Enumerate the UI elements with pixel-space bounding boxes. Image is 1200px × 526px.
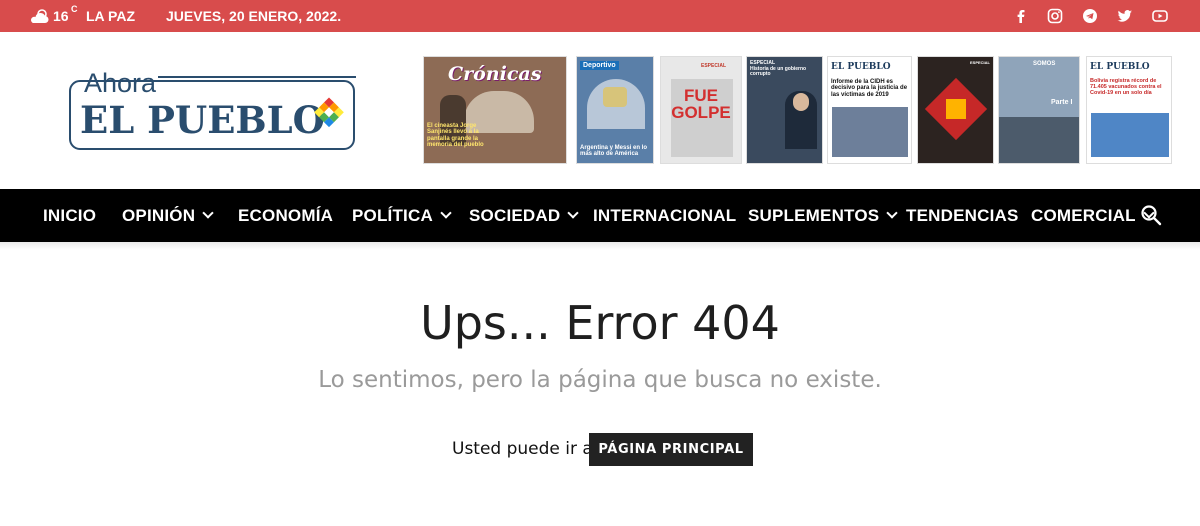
nav-item-inicio[interactable]: INICIO [43,189,96,242]
home-page-button[interactable]: PÁGINA PRINCIPAL [589,433,753,466]
cover-especial[interactable]: ESPECIAL Historia de un gobierno corrupt… [746,56,823,164]
cover-especial-red[interactable]: ESPECIAL [917,56,994,164]
error-subtitle: Lo sentimos, pero la página que busca no… [318,367,882,393]
search-icon[interactable] [1140,204,1162,226]
cover-cronicas[interactable]: Crónicas El cineasta Jorge Sanjinés llev… [423,56,567,164]
nav-shadow [0,242,1200,250]
cloud-sun-icon [31,9,49,23]
cover-deportivo[interactable]: Deportivo Argentina y Messi en lo más al… [576,56,654,164]
temperature: 16 [53,8,69,24]
instagram-icon[interactable] [1046,7,1064,25]
nav-item-internacional[interactable]: INTERNACIONAL [593,189,736,242]
nav-item-economia[interactable]: ECONOMÍA [238,189,333,242]
twitter-icon[interactable] [1116,7,1134,25]
logo-main-text: EL PUEBLO [80,98,325,142]
logo-top-text: Ahora [84,68,157,98]
nav-item-sociedad[interactable]: SOCIEDAD [469,189,580,242]
youtube-icon[interactable] [1151,7,1169,25]
nav-item-tendencias[interactable]: TENDENCIAS [906,189,1019,242]
telegram-icon[interactable] [1081,7,1099,25]
chevron-down-icon [202,207,214,219]
nav-item-suplementos[interactable]: SUPLEMENTOS [748,189,898,242]
temperature-unit: C [71,4,78,14]
nav-item-politica[interactable]: POLÍTICA [352,189,452,242]
site-logo[interactable]: Ahora EL PUEBLO [64,55,360,157]
facebook-icon[interactable] [1012,7,1030,25]
cover-fue-golpe[interactable]: ESPECIAL FUE GOLPE [660,56,742,164]
nav-item-comercial[interactable]: COMERCIAL [1031,189,1155,242]
current-date: JUEVES, 20 ENERO, 2022. [166,8,342,24]
error-title: Ups... Error 404 [420,296,780,350]
chevron-down-icon [440,207,452,219]
top-bar: 16 C LA PAZ JUEVES, 20 ENERO, 2022. [0,0,1200,32]
city-name: LA PAZ [86,8,135,24]
chevron-down-icon [567,207,580,219]
cover-somos[interactable]: SOMOS Parte I [998,56,1080,164]
chevron-down-icon [886,207,898,219]
cover-el-pueblo-vacunas[interactable]: EL PUEBLO Bolivia registra récord de 71.… [1086,56,1172,164]
go-to-text: Usted puede ir a [452,439,593,459]
cover-el-pueblo-cidh[interactable]: EL PUEBLO Informe de la CIDH es decisivo… [827,56,912,164]
nav-item-opinion[interactable]: OPINIÓN [122,189,214,242]
main-nav: INICIO OPINIÓN ECONOMÍA POLÍTICA SOCIEDA… [0,189,1200,242]
